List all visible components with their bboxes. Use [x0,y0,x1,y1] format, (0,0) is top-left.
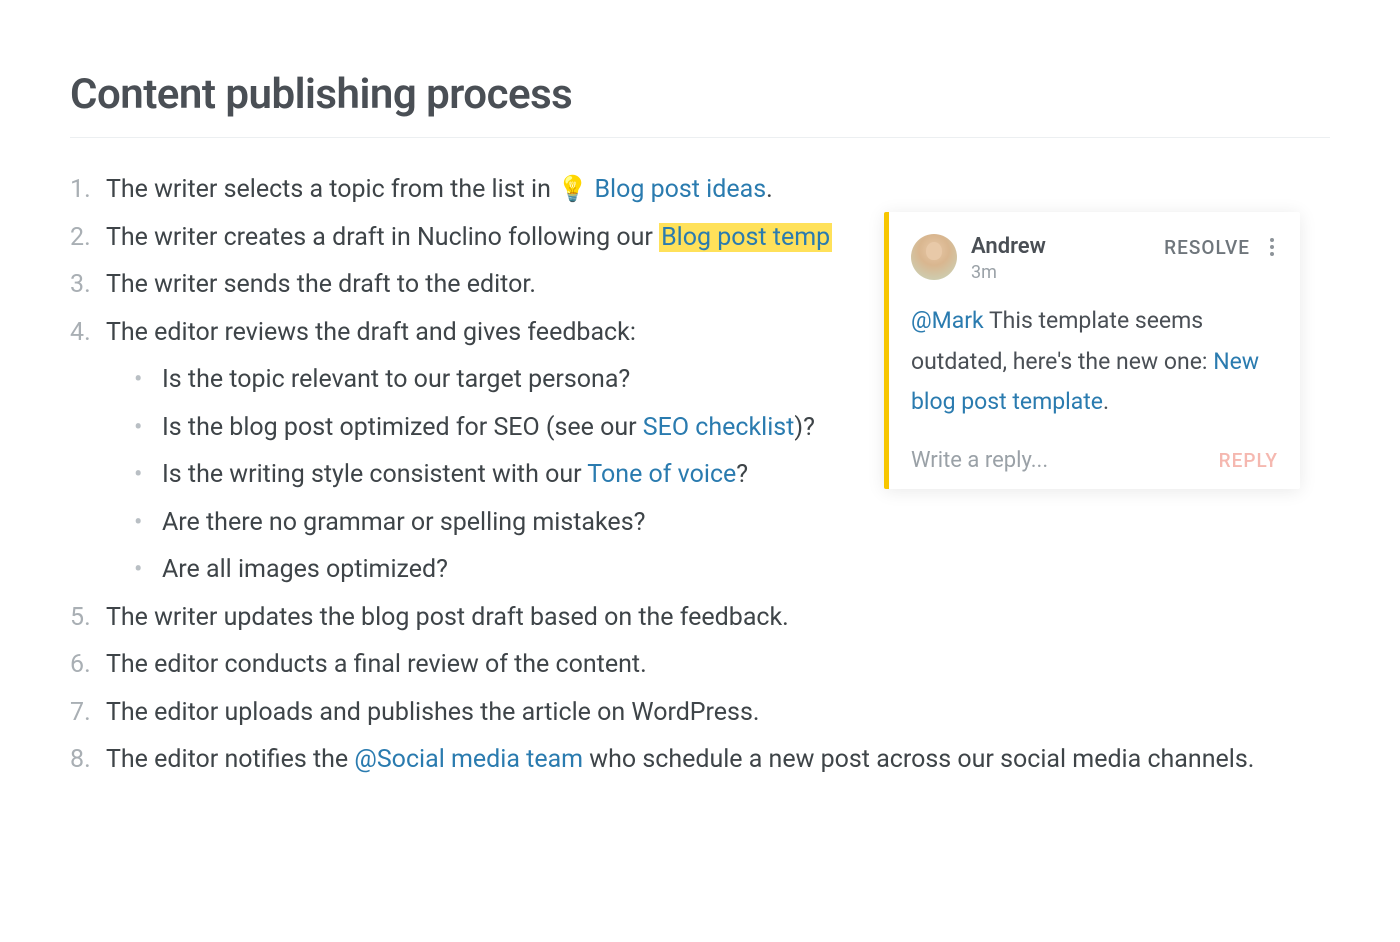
comment-text: . [1103,388,1109,415]
list-item[interactable]: The editor notifies the @Social media te… [70,736,1330,784]
list-text: . [766,175,773,204]
comment-timestamp: 3m [971,262,1150,283]
list-text: Are all images optimized? [162,555,448,584]
list-text: Are there no grammar or spelling mistake… [162,508,645,537]
list-text: The editor reviews the draft and gives f… [106,318,636,347]
list-text: Is the topic relevant to our target pers… [162,365,630,394]
mention-mark[interactable]: @Mark [911,307,984,334]
avatar[interactable] [911,234,957,280]
list-text: who schedule a new post across our socia… [583,745,1254,774]
list-text: ? [736,460,748,489]
reply-button[interactable]: REPLY [1219,449,1278,472]
sub-list-item[interactable]: Are there no grammar or spelling mistake… [134,499,1330,547]
list-text: The editor notifies the [106,745,354,774]
list-text: The writer creates a draft in Nuclino fo… [106,223,659,252]
list-text: Is the writing style consistent with our [162,460,587,489]
reply-input[interactable]: Write a reply... [911,448,1219,473]
resolve-button[interactable]: RESOLVE [1164,236,1250,259]
comment-card: Andrew 3m RESOLVE @Mark This template se… [884,212,1300,489]
list-text: The writer sends the draft to the editor… [106,270,536,299]
page-title: Content publishing process [70,70,1330,138]
author-name: Andrew [971,234,1150,260]
list-text: The editor conducts a final review of th… [106,650,647,679]
list-text: The editor uploads and publishes the art… [106,698,759,727]
list-text: The writer updates the blog post draft b… [106,603,789,632]
list-item[interactable]: The writer updates the blog post draft b… [70,594,1330,642]
list-text: )? [794,413,815,442]
sub-list-item[interactable]: Are all images optimized? [134,546,1330,594]
more-options-icon[interactable] [1266,234,1278,260]
link-seo-checklist[interactable]: SEO checklist [643,413,795,442]
list-text: The writer selects a topic from the list… [106,175,557,204]
link-blog-post-template-highlighted[interactable]: Blog post temp [659,223,832,252]
comment-body: @Mark This template seems outdated, here… [911,301,1278,422]
author-block: Andrew 3m [971,234,1150,283]
comment-header: Andrew 3m RESOLVE [911,234,1278,283]
link-blog-post-ideas[interactable]: Blog post ideas [594,175,766,204]
reply-row: Write a reply... REPLY [911,448,1278,473]
lightbulb-icon: 💡 [557,166,588,214]
comment-actions: RESOLVE [1164,234,1278,260]
list-text: Is the blog post optimized for SEO (see … [162,413,643,442]
list-item[interactable]: The editor uploads and publishes the art… [70,689,1330,737]
mention-social-media-team[interactable]: @Social media team [354,745,583,774]
list-item[interactable]: The editor conducts a final review of th… [70,641,1330,689]
list-item[interactable]: The writer selects a topic from the list… [70,166,1330,214]
link-tone-of-voice[interactable]: Tone of voice [587,460,736,489]
